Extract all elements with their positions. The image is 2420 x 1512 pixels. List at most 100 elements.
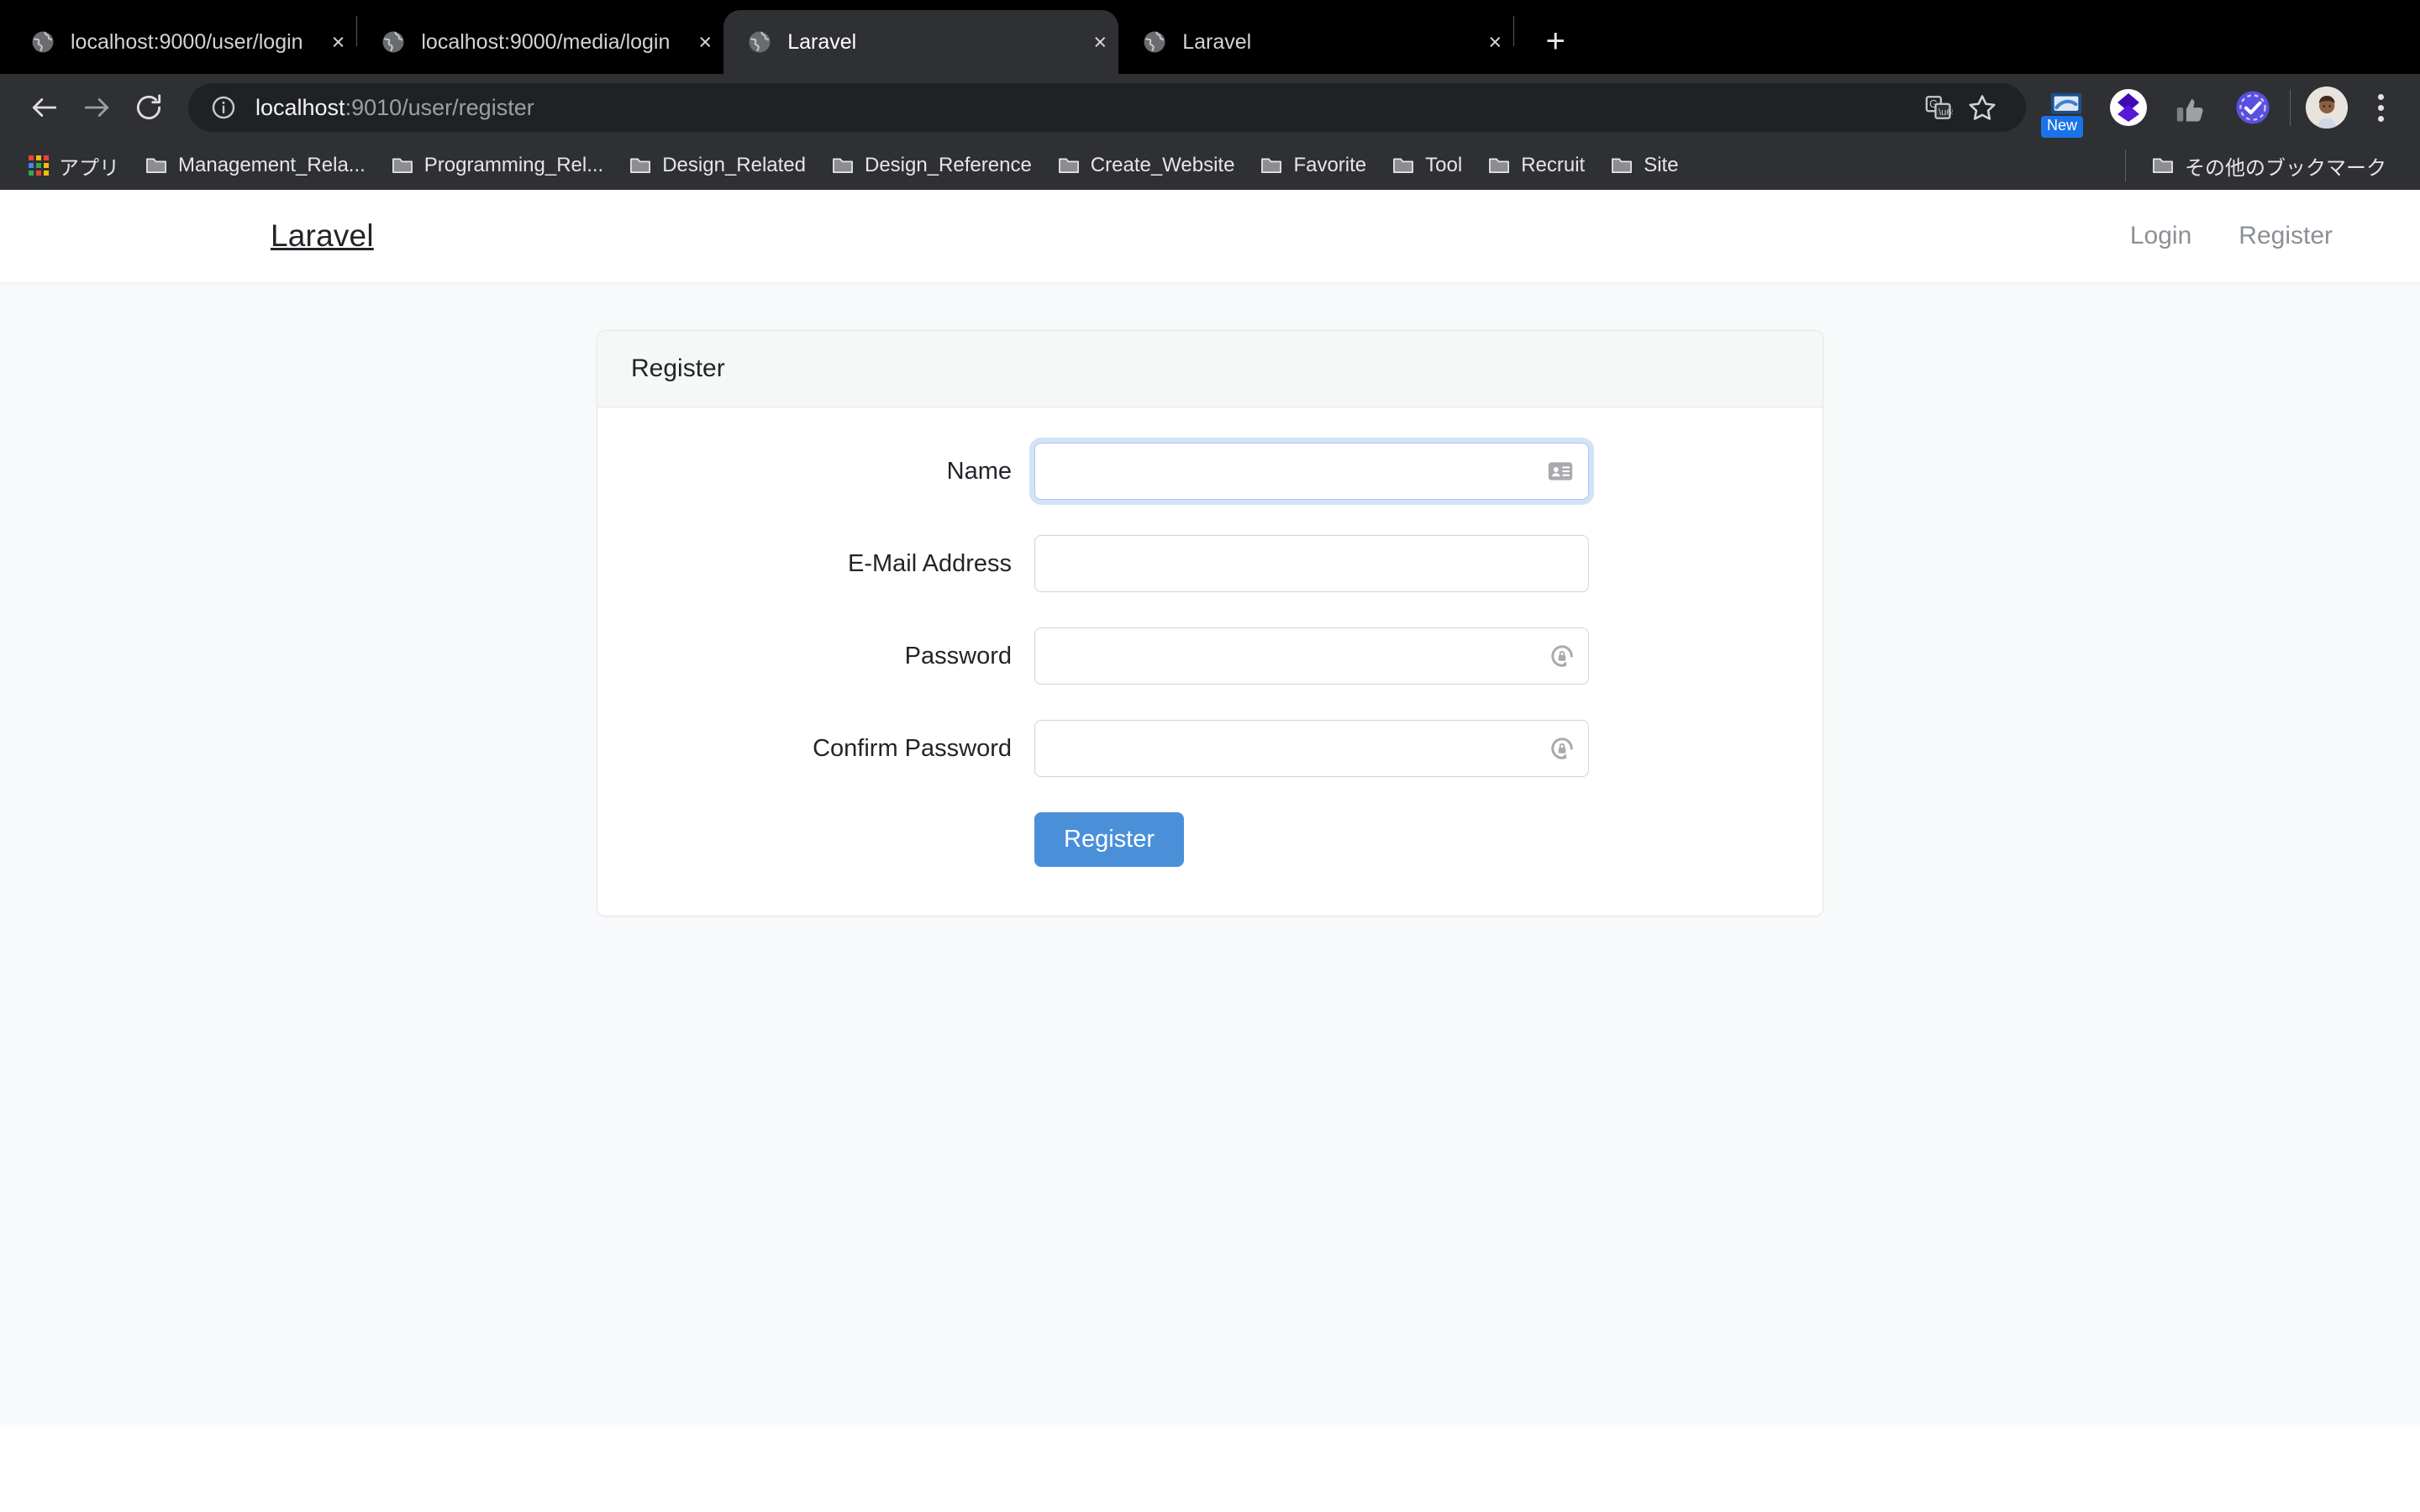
tab-title: Laravel (787, 29, 857, 54)
three-dot-menu-icon[interactable] (2360, 87, 2402, 129)
browser-tab-2[interactable]: localhost:9000/media/login × (357, 10, 724, 74)
folder-icon (1610, 154, 1634, 177)
check-circle-extension-icon[interactable] (2231, 86, 2275, 129)
page-content: Register Name E-Mail Address Password Co… (0, 282, 2420, 916)
url-host: localhost (255, 94, 345, 120)
back-arrow-icon[interactable] (18, 81, 71, 134)
password-input[interactable] (1034, 627, 1589, 685)
register-card-header: Register (597, 331, 1823, 407)
register-form: Name E-Mail Address Password Confirm Pas… (597, 407, 1823, 916)
address-bar[interactable]: localhost:9010/user/register G \u6587 (188, 83, 2026, 132)
form-row-password: Password (631, 627, 1789, 685)
bookmark-folder-design-related[interactable]: Design_Related (618, 149, 816, 182)
register-submit-button[interactable]: Register (1034, 812, 1184, 867)
tab-close-icon[interactable]: × (303, 30, 345, 54)
tab-strip: localhost:9000/user/login × localhost:90… (0, 0, 2420, 74)
register-card: Register Name E-Mail Address Password Co… (597, 330, 1823, 916)
folder-icon (629, 154, 652, 177)
folder-icon (831, 154, 855, 177)
input-wrap-confirm-password (1034, 720, 1589, 777)
folder-icon (145, 154, 168, 177)
bookmark-folder-site[interactable]: Site (1600, 149, 1688, 182)
navbar-brand-laravel[interactable]: Laravel (271, 218, 374, 254)
bookmark-folder-programming-related[interactable]: Programming_Rel... (381, 149, 613, 182)
browser-toolbar: localhost:9010/user/register G \u6587 (0, 74, 2420, 141)
bookmark-folder-tool[interactable]: Tool (1381, 149, 1472, 182)
bookmark-folder-create-website[interactable]: Create_Website (1047, 149, 1245, 182)
label-email: E-Mail Address (847, 549, 1012, 577)
confirm-password-input[interactable] (1034, 720, 1589, 777)
tab-close-icon[interactable]: × (1065, 30, 1107, 54)
folder-icon (1260, 154, 1283, 177)
bookmark-folder-favorite[interactable]: Favorite (1249, 149, 1376, 182)
bookmark-label: Tool (1425, 154, 1463, 176)
navbar-links: Login Register (2107, 222, 2356, 250)
svg-text:\u6587: \u6587 (1939, 108, 1953, 118)
globe-icon (747, 29, 772, 55)
wappalyzer-extension-icon[interactable] (2107, 86, 2150, 129)
reload-icon[interactable] (123, 81, 175, 134)
tab-close-icon[interactable]: × (1460, 30, 1502, 54)
bookmark-folder-recruit[interactable]: Recruit (1477, 149, 1595, 182)
screen-capture-extension-icon[interactable]: New (2041, 86, 2088, 138)
globe-icon (381, 29, 406, 55)
folder-icon (2151, 154, 2175, 177)
input-wrap-password (1034, 627, 1589, 685)
input-wrap-email (1034, 535, 1589, 592)
new-tab-button[interactable]: + (1531, 17, 1580, 66)
folder-icon (391, 154, 414, 177)
info-circle-icon[interactable] (210, 94, 237, 121)
translate-icon[interactable]: G \u6587 (1917, 86, 1960, 129)
tab-title: localhost:9000/user/login (71, 29, 303, 54)
input-wrap-name (1034, 443, 1589, 500)
bookmark-folder-design-reference[interactable]: Design_Reference (821, 149, 1042, 182)
bookmark-apps[interactable]: アプリ (18, 146, 129, 186)
label-name: Name (946, 457, 1012, 485)
label-confirm-password: Confirm Password (813, 734, 1012, 762)
nav-link-login[interactable]: Login (2107, 222, 2215, 250)
bookmark-label: Programming_Rel... (424, 154, 604, 176)
form-row-name: Name (631, 443, 1789, 500)
browser-tab-4[interactable]: Laravel × (1118, 10, 1514, 74)
email-input[interactable] (1034, 535, 1589, 592)
bookmark-label: その他のブックマーク (2185, 156, 2386, 180)
tab-separator (1513, 16, 1515, 46)
nav-link-register[interactable]: Register (2215, 222, 2356, 250)
url-path: :9010/user/register (345, 94, 534, 120)
bookmark-label: Create_Website (1090, 154, 1235, 176)
form-row-submit: Register (631, 812, 1789, 867)
label-password: Password (904, 642, 1012, 669)
bookmark-folder-management-related[interactable]: Management_Rela... (134, 149, 376, 182)
globe-icon (1142, 29, 1167, 55)
browser-tab-3-active[interactable]: Laravel × (723, 10, 1119, 74)
bookmark-label: Site (1644, 154, 1679, 176)
page-viewport: Laravel Login Register Register Name E-M… (0, 190, 2420, 1425)
name-input[interactable] (1034, 443, 1589, 500)
apps-grid-icon (29, 155, 49, 176)
bookmarks-bar: アプリ Management_Rela... Programming_Rel..… (0, 141, 2420, 190)
forward-arrow-icon[interactable] (71, 81, 123, 134)
folder-icon (1487, 154, 1511, 177)
bookmark-label: Favorite (1293, 154, 1367, 176)
tab-title: localhost:9000/media/login (421, 29, 671, 54)
bookmark-label: Management_Rela... (178, 154, 366, 176)
bookmark-other-bookmarks[interactable]: その他のブックマーク (2141, 146, 2396, 186)
bookmark-label: アプリ (59, 156, 119, 180)
profile-avatar[interactable] (2306, 87, 2348, 129)
address-bar-url: localhost:9010/user/register (255, 95, 534, 121)
thumbs-up-extension-icon[interactable] (2169, 86, 2212, 129)
browser-tab-1[interactable]: localhost:9000/user/login × (7, 10, 357, 74)
extensions-strip: New (2026, 86, 2275, 138)
bookmark-label: Design_Reference (865, 154, 1032, 176)
bookmark-label: Recruit (1521, 154, 1586, 176)
browser-chrome: localhost:9000/user/login × localhost:90… (0, 0, 2420, 190)
tab-close-icon[interactable]: × (670, 30, 712, 54)
form-row-confirm-password: Confirm Password (631, 720, 1789, 777)
star-icon[interactable] (1960, 86, 2004, 129)
submit-offset (631, 812, 1034, 867)
folder-icon (1057, 154, 1081, 177)
site-navbar: Laravel Login Register (0, 190, 2420, 282)
form-row-email: E-Mail Address (631, 535, 1789, 592)
toolbar-divider (2290, 89, 2291, 126)
globe-icon (30, 29, 55, 55)
